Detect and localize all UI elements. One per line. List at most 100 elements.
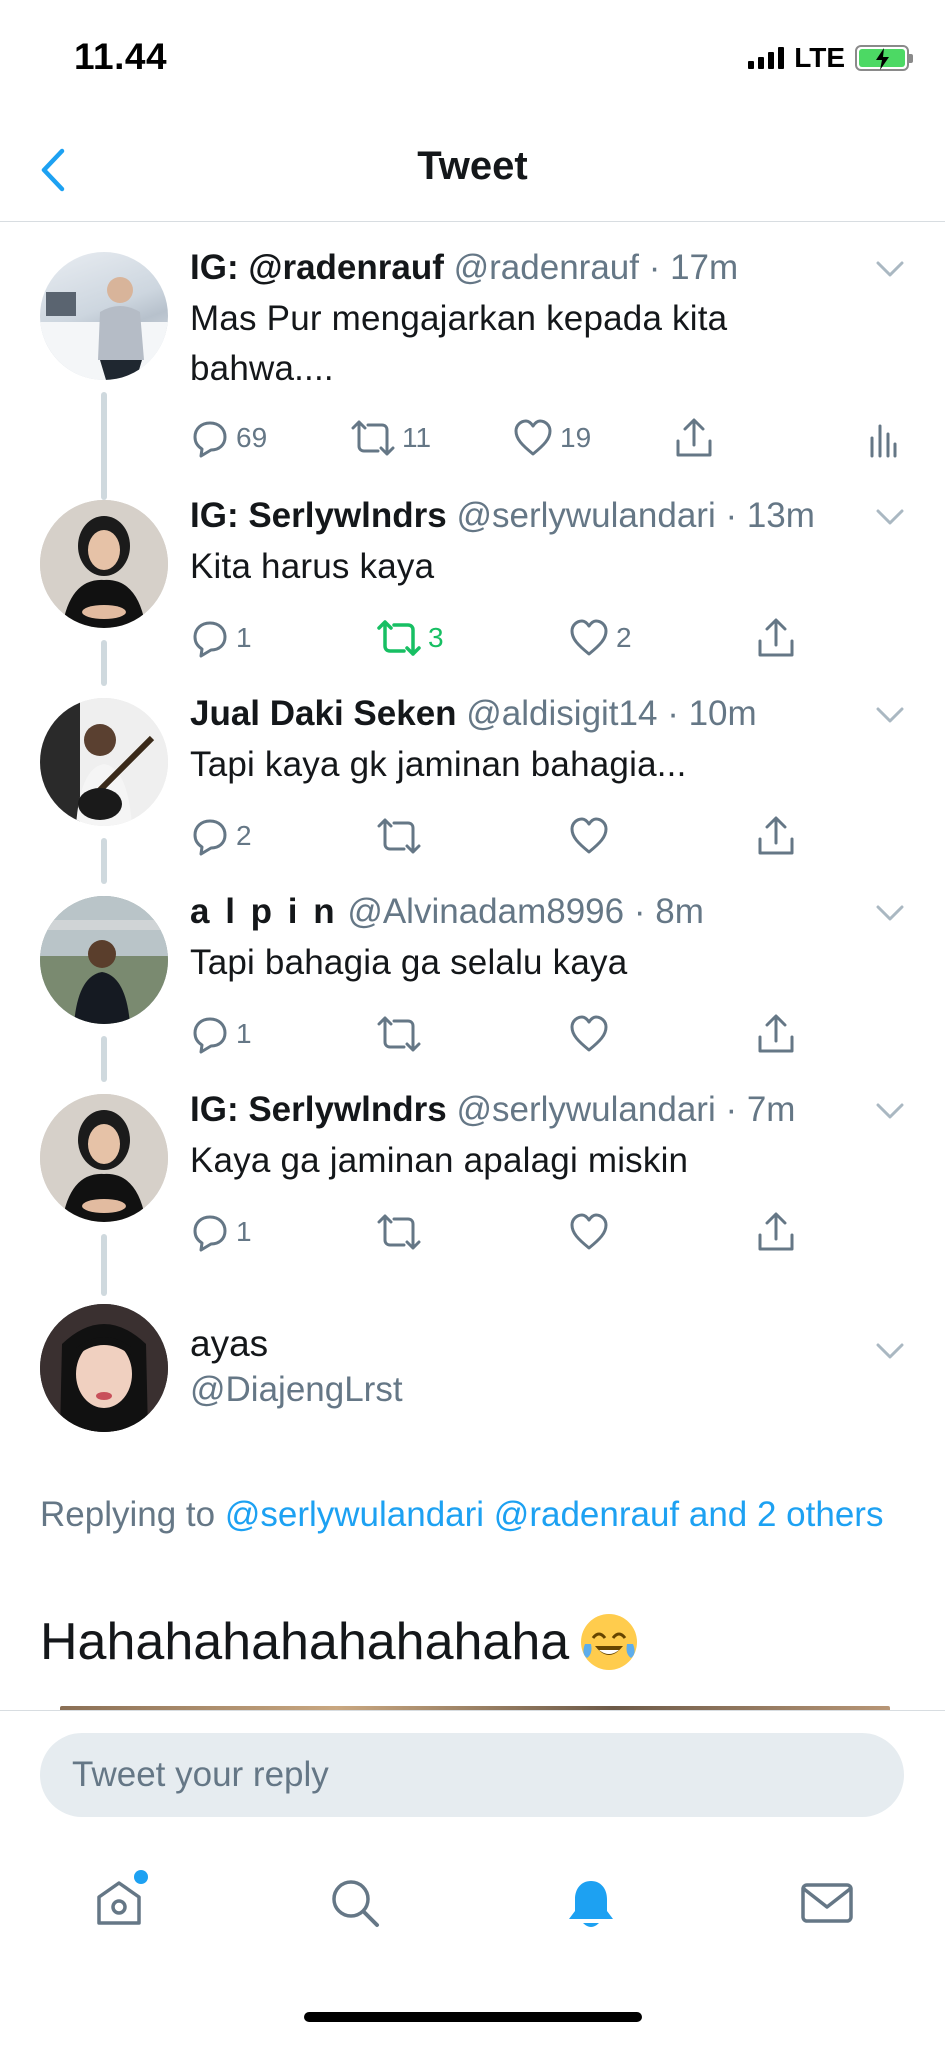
display-name[interactable]: IG: Serlywlndrs	[190, 1090, 447, 1129]
focused-tweet-header: ayas @DiajengLrst	[0, 1294, 945, 1474]
share-button[interactable]	[674, 413, 714, 463]
home-indicator[interactable]	[304, 2012, 642, 2022]
analytics-icon	[870, 424, 897, 458]
like-button[interactable]	[568, 1207, 616, 1257]
like-icon	[570, 619, 608, 656]
signal-icon	[748, 47, 785, 69]
tweet-header: a l p i n @Alvinadam8996 · 8m	[190, 892, 704, 931]
display-name[interactable]: a l p i n	[190, 892, 338, 931]
avatar[interactable]	[40, 896, 168, 1024]
like-count: 2	[616, 622, 632, 653]
tweet-item[interactable]: a l p i n @Alvinadam8996 · 8m Tapi bahag…	[0, 866, 945, 1082]
nav-bar: Tweet	[0, 118, 945, 222]
handle[interactable]: @serlywulandari	[456, 1090, 715, 1129]
tweet-text: Tapi bahagia ga selalu kaya	[190, 943, 628, 982]
like-button[interactable]: 19	[512, 413, 591, 463]
replying-to-links[interactable]: @serlywulandari @radenrauf and 2 others	[225, 1495, 884, 1534]
tweet-item[interactable]: Jual Daki Seken @aldisigit14 · 10m Tapi …	[0, 668, 945, 884]
tweet-menu-button[interactable]	[873, 500, 907, 534]
share-button[interactable]	[756, 613, 796, 663]
tweet-menu-button[interactable]	[873, 896, 907, 930]
share-icon	[758, 1014, 794, 1053]
avatar[interactable]	[40, 698, 168, 826]
analytics-button[interactable]	[868, 413, 898, 463]
chevron-down-icon	[876, 1343, 904, 1359]
handle[interactable]: @Alvinadam8996	[347, 892, 624, 931]
tab-home[interactable]	[84, 1868, 154, 1938]
retweet-icon	[377, 1214, 421, 1250]
chevron-down-icon	[876, 1103, 904, 1119]
avatar[interactable]	[40, 252, 168, 380]
share-icon	[758, 618, 794, 657]
share-icon	[758, 816, 794, 855]
retweet-button[interactable]	[376, 811, 428, 861]
tab-messages[interactable]	[792, 1868, 862, 1938]
tweet-header: IG: Serlywlndrs @serlywulandari · 7m	[190, 1090, 796, 1129]
display-name[interactable]: Jual Daki Seken	[190, 694, 457, 733]
retweet-button[interactable]: 11	[350, 413, 431, 463]
reply-input[interactable]: Tweet your reply	[40, 1733, 904, 1817]
reply-button[interactable]: 1	[190, 1207, 252, 1257]
share-button[interactable]	[756, 1009, 796, 1059]
status-bar: 11.44 LTE	[0, 0, 945, 118]
like-icon	[570, 817, 608, 854]
share-button[interactable]	[756, 811, 796, 861]
share-icon	[676, 418, 712, 457]
retweet-button[interactable]	[376, 1207, 428, 1257]
tweet-menu-button[interactable]	[873, 1334, 907, 1368]
tweet-text: Hahahahahahahahaha	[40, 1613, 570, 1671]
retweet-button[interactable]	[376, 1009, 428, 1059]
handle[interactable]: @radenrauf	[454, 248, 639, 287]
tweet-actions: 1	[190, 1207, 910, 1257]
handle[interactable]: @serlywulandari	[456, 496, 715, 535]
tab-notifications[interactable]	[556, 1868, 626, 1938]
reply-button[interactable]: 69	[190, 413, 267, 463]
retweet-icon	[377, 620, 421, 656]
reply-icon	[193, 1215, 227, 1252]
reply-count: 69	[236, 422, 268, 453]
tweet-menu-button[interactable]	[873, 1094, 907, 1128]
reply-button[interactable]: 1	[190, 1009, 252, 1059]
chevron-down-icon	[876, 509, 904, 525]
avatar[interactable]	[40, 1094, 168, 1222]
reply-button[interactable]: 1	[190, 613, 252, 663]
reply-button[interactable]: 2	[190, 811, 252, 861]
avatar[interactable]	[40, 1304, 168, 1432]
new-content-dot	[134, 1870, 148, 1884]
retweet-count: 3	[428, 622, 444, 653]
reply-count: 1	[236, 1018, 252, 1049]
tweet-header: IG: Serlywlndrs @serlywulandari · 13m	[190, 496, 815, 535]
tweet-item[interactable]: IG: @radenrauf @radenrauf · 17m Mas Pur …	[0, 222, 945, 500]
chevron-down-icon	[876, 261, 904, 277]
like-button[interactable]: 2	[568, 613, 632, 663]
chevron-down-icon	[876, 707, 904, 723]
reply-bar: Tweet your reply	[0, 1710, 945, 1828]
tweet-actions: 1	[190, 1009, 910, 1059]
tab-search[interactable]	[320, 1868, 390, 1938]
tweet-text: Kaya ga jaminan apalagi miskin	[190, 1141, 689, 1180]
display-name[interactable]: IG: @radenrauf	[190, 248, 444, 287]
like-button[interactable]	[568, 811, 616, 861]
display-name[interactable]: ayas	[190, 1322, 268, 1366]
timestamp: 13m	[746, 496, 815, 535]
handle[interactable]: @aldisigit14	[466, 694, 657, 733]
share-button[interactable]	[756, 1207, 796, 1257]
like-icon	[570, 1213, 608, 1250]
tweet-menu-button[interactable]	[873, 698, 907, 732]
timestamp: 8m	[655, 892, 704, 931]
battery-icon	[855, 45, 913, 71]
retweet-button[interactable]: 3	[376, 613, 444, 663]
tweet-menu-button[interactable]	[873, 252, 907, 286]
reply-count: 2	[236, 820, 252, 851]
tweet-item[interactable]: IG: Serlywlndrs @serlywulandari · 7m Kay…	[0, 1064, 945, 1296]
status-time: 11.44	[74, 36, 168, 77]
display-name[interactable]: IG: Serlywlndrs	[190, 496, 447, 535]
avatar[interactable]	[40, 500, 168, 628]
like-icon	[570, 1015, 608, 1052]
tweet-item[interactable]: IG: Serlywlndrs @serlywulandari · 13m Ki…	[0, 470, 945, 686]
retweet-icon	[351, 420, 395, 456]
network-label: LTE	[794, 42, 845, 73]
chevron-down-icon	[876, 905, 904, 921]
handle[interactable]: @DiajengLrst	[190, 1368, 403, 1412]
like-button[interactable]	[568, 1009, 616, 1059]
